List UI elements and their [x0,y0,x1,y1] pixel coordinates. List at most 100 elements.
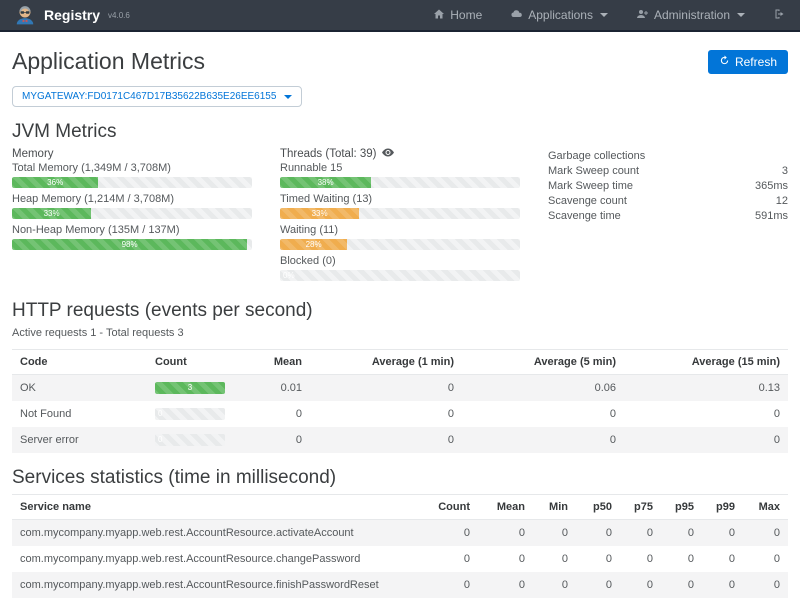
navbar-menu: Home Applications Administration [433,8,786,23]
service-value-cell: 0 [743,520,788,547]
http-col-header: Code [12,350,147,375]
service-name-cell: com.mycompany.myapp.web.rest.AccountReso… [12,546,426,572]
table-row: com.mycompany.myapp.web.rest.AccountReso… [12,546,788,572]
http-code-cell: Not Found [12,401,147,427]
jvm-metrics-title: JVM Metrics [12,121,788,143]
http-value-cell: 0 [310,427,462,453]
services-col-header: p50 [576,495,620,520]
service-value-cell: 0 [661,546,702,572]
http-value-cell: 0 [462,427,624,453]
table-row: Not Found00000 [12,401,788,427]
service-value-cell: 0 [478,572,533,598]
service-value-cell: 0 [426,546,478,572]
service-value-cell: 0 [533,546,576,572]
http-col-header: Mean [262,350,310,375]
brand[interactable]: Registry v4.0.6 [14,3,130,28]
progress-bar: 0 [155,408,225,420]
http-requests-table: CodeCountMeanAverage (1 min)Average (5 m… [12,349,788,453]
services-col-header: p99 [702,495,743,520]
service-value-cell: 0 [426,520,478,547]
instance-selector-dropdown[interactable]: MYGATEWAY:FD0171C467D17B35622B635E26EE61… [12,86,302,107]
table-row: OK30.0100.060.13 [12,375,788,402]
service-value-cell: 0 [702,572,743,598]
refresh-icon [719,55,730,69]
http-col-header: Average (1 min) [310,350,462,375]
page-title: Application Metrics [12,48,205,75]
http-value-cell: 0 [262,401,310,427]
http-count-cell: 0 [147,401,262,427]
service-value-cell: 0 [620,572,661,598]
eye-icon[interactable] [382,148,394,160]
metric-label: Heap Memory (1,214M / 3,708M) [12,193,252,205]
service-value-cell: 0 [533,572,576,598]
service-value-cell: 0 [478,546,533,572]
service-value-cell: 0 [620,546,661,572]
service-value-cell: 0 [576,546,620,572]
service-value-cell: 0 [620,520,661,547]
progress-percent-label: 0% [283,271,295,280]
http-code-cell: OK [12,375,147,402]
metric-label: Blocked (0) [280,255,520,267]
refresh-button[interactable]: Refresh [708,50,788,74]
services-col-header: Mean [478,495,533,520]
service-value-cell: 0 [533,520,576,547]
cloud-icon [510,8,523,23]
service-value-cell: 0 [743,572,788,598]
services-col-header: p95 [661,495,702,520]
navbar: Registry v4.0.6 Home Applications Admini… [0,0,800,32]
nav-applications[interactable]: Applications [510,8,608,23]
http-value-cell: 0 [310,401,462,427]
chevron-down-icon [600,13,608,17]
service-value-cell: 0 [426,572,478,598]
nav-home-label: Home [450,8,482,22]
gc-row: Mark Sweep count3 [548,163,788,178]
http-value-cell: 0 [624,427,788,453]
instance-selector-label: MYGATEWAY:FD0171C467D17B35622B635E26EE61… [22,91,276,102]
progress-bar: 28% [280,239,520,250]
nav-applications-label: Applications [528,8,593,22]
http-col-header: Count [147,350,262,375]
progress-bar: 38% [280,177,520,188]
progress-bar: 3 [155,382,225,394]
nav-administration[interactable]: Administration [636,8,745,23]
services-statistics-title: Services statistics (time in millisecond… [12,467,788,489]
memory-column: Memory Total Memory (1,349M / 3,708M)36%… [12,148,252,286]
progress-percent-label: 33% [44,209,60,218]
gc-label: Scavenge time [548,210,621,222]
service-value-cell: 0 [576,520,620,547]
http-col-header: Average (15 min) [624,350,788,375]
progress-bar: 0 [155,434,225,446]
gc-row: Mark Sweep time365ms [548,178,788,193]
gc-value: 365ms [755,180,788,192]
progress-bar: 36% [12,177,252,188]
service-value-cell: 0 [702,520,743,547]
service-name-cell: com.mycompany.myapp.web.rest.AccountReso… [12,572,426,598]
table-row: com.mycompany.myapp.web.rest.AccountReso… [12,520,788,547]
chevron-down-icon [737,13,745,17]
progress-bar: 0% [280,270,520,281]
gc-column: Garbage collections Mark Sweep count3Mar… [548,148,788,286]
progress-percent-label: 3 [188,383,192,392]
services-col-header: p75 [620,495,661,520]
refresh-label: Refresh [735,55,777,69]
threads-title: Threads (Total: 39) [280,148,377,160]
brand-version: v4.0.6 [108,11,130,20]
nav-home[interactable]: Home [433,8,482,23]
gc-value: 591ms [755,210,788,222]
services-col-header: Count [426,495,478,520]
threads-column: Threads (Total: 39) Runnable 1538%Timed … [280,148,520,286]
home-icon [433,8,445,23]
service-name-cell: com.mycompany.myapp.web.rest.AccountReso… [12,520,426,547]
http-value-cell: 0 [262,427,310,453]
brand-name: Registry [44,7,100,23]
table-row: com.mycompany.myapp.web.rest.AccountReso… [12,572,788,598]
nav-signout[interactable] [773,8,786,23]
services-col-header: Service name [12,495,426,520]
progress-percent-label: 0 [158,435,162,444]
progress-percent-label: 33% [312,209,328,218]
main-content: Application Metrics Refresh MYGATEWAY:FD… [0,32,800,598]
jvm-metrics-grid: Memory Total Memory (1,349M / 3,708M)36%… [12,148,788,286]
user-plus-icon [636,8,649,23]
gc-value: 3 [782,165,788,177]
service-value-cell: 0 [661,572,702,598]
